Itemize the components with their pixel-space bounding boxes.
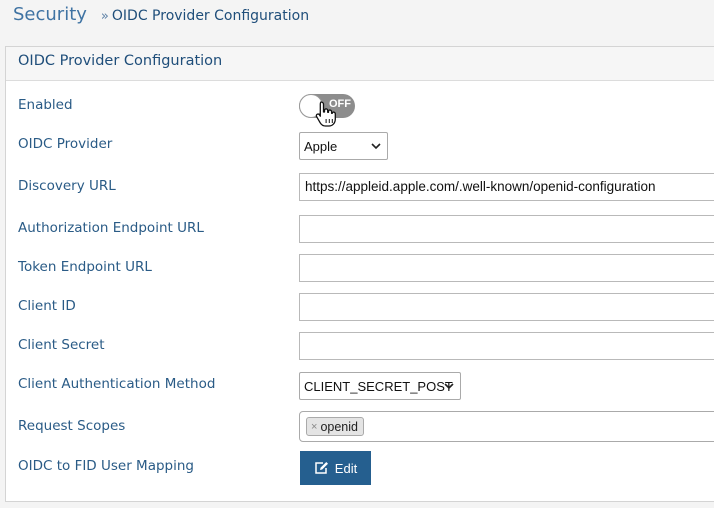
client-secret-input[interactable]	[299, 332, 714, 360]
breadcrumb: Security » OIDC Provider Configuration	[13, 4, 309, 30]
client-id-label: Client ID	[18, 298, 76, 314]
panel-title: OIDC Provider Configuration	[18, 53, 223, 69]
token-endpoint-url-input[interactable]	[299, 254, 714, 282]
discovery-url-input[interactable]: https://appleid.apple.com/.well-known/op…	[299, 173, 714, 201]
enabled-label: Enabled	[18, 97, 73, 113]
request-scopes-input[interactable]: × openid	[299, 411, 714, 442]
discovery-url-label: Discovery URL	[18, 178, 116, 194]
remove-tag-icon[interactable]: ×	[311, 421, 317, 433]
client-id-input[interactable]	[299, 293, 714, 321]
scope-tag: × openid	[306, 417, 364, 436]
chevron-down-icon	[371, 143, 381, 150]
edit-mapping-button[interactable]: Edit	[300, 451, 371, 485]
request-scopes-label: Request Scopes	[18, 418, 126, 434]
edit-button-label: Edit	[334, 460, 358, 476]
client-auth-method-select[interactable]: CLIENT_SECRET_POST	[299, 372, 461, 400]
authorization-endpoint-url-label: Authorization Endpoint URL	[18, 220, 204, 236]
user-mapping-label: OIDC to FID User Mapping	[18, 458, 194, 474]
breadcrumb-security-link[interactable]: Security	[13, 4, 87, 25]
chevron-down-icon	[444, 383, 454, 390]
client-secret-label: Client Secret	[18, 337, 105, 353]
oidc-provider-select[interactable]: Apple	[299, 132, 388, 160]
token-endpoint-url-label: Token Endpoint URL	[18, 259, 152, 275]
scope-tag-label: openid	[320, 419, 358, 434]
client-auth-method-label: Client Authentication Method	[18, 376, 216, 392]
breadcrumb-current: OIDC Provider Configuration	[111, 8, 310, 24]
hand-pointer-icon	[315, 101, 336, 127]
authorization-endpoint-url-input[interactable]	[299, 215, 714, 243]
client-auth-method-value: CLIENT_SECRET_POST	[304, 379, 453, 394]
breadcrumb-separator: »	[100, 9, 109, 24]
panel-header: OIDC Provider Configuration	[6, 47, 714, 81]
edit-icon	[315, 462, 328, 474]
oidc-provider-value: Apple	[304, 139, 338, 154]
oidc-provider-label: OIDC Provider	[18, 136, 113, 152]
